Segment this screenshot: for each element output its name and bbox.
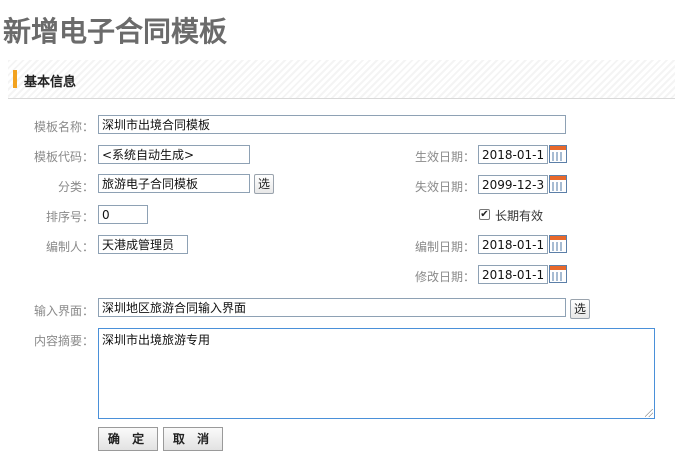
summary-text: 深圳市出境旅游专用: [102, 333, 211, 347]
template-code-label: 模板代码：: [33, 150, 94, 164]
editor-label: 编制人：: [45, 240, 94, 254]
long-term-checkbox[interactable]: ✔: [479, 209, 490, 220]
summary-label: 内容摘要：: [33, 334, 94, 348]
category-label: 分类：: [57, 180, 94, 194]
checkmark-icon: ✔: [480, 209, 489, 220]
template-name-input[interactable]: [98, 115, 566, 134]
sort-no-input[interactable]: [98, 205, 148, 224]
effective-date-label: 生效日期：: [414, 150, 475, 164]
long-term-label: 长期有效: [495, 209, 544, 223]
input-ui-input[interactable]: [98, 298, 566, 317]
input-ui-label: 输入界面：: [33, 304, 94, 318]
confirm-button[interactable]: 确 定: [98, 427, 158, 451]
category-input[interactable]: [98, 174, 250, 193]
expiry-date-label: 失效日期：: [414, 180, 475, 194]
edit-date-input[interactable]: [478, 235, 548, 254]
modify-date-input[interactable]: [478, 265, 548, 284]
sort-no-label: 排序号：: [45, 210, 94, 224]
expiry-date-input[interactable]: [478, 175, 548, 194]
template-name-label: 模板名称：: [33, 120, 94, 134]
calendar-icon[interactable]: [549, 145, 567, 163]
template-code-input[interactable]: [98, 145, 250, 164]
editor-input[interactable]: [98, 235, 188, 254]
resize-grip-icon[interactable]: [645, 409, 653, 417]
modify-date-label: 修改日期：: [414, 270, 475, 284]
section-accent-bar: [13, 70, 17, 88]
edit-date-label: 编制日期：: [414, 240, 475, 254]
effective-date-input[interactable]: [478, 145, 548, 164]
page-title: 新增电子合同模板: [3, 15, 228, 48]
summary-textarea[interactable]: 深圳市出境旅游专用: [98, 328, 655, 419]
section-header: [8, 60, 675, 99]
section-title: 基本信息: [24, 75, 77, 90]
calendar-icon[interactable]: [549, 175, 567, 193]
input-ui-select-button[interactable]: 选: [570, 299, 590, 319]
calendar-icon[interactable]: [549, 235, 567, 253]
cancel-button[interactable]: 取 消: [163, 427, 223, 451]
calendar-icon[interactable]: [549, 265, 567, 283]
category-select-button[interactable]: 选: [254, 174, 274, 194]
